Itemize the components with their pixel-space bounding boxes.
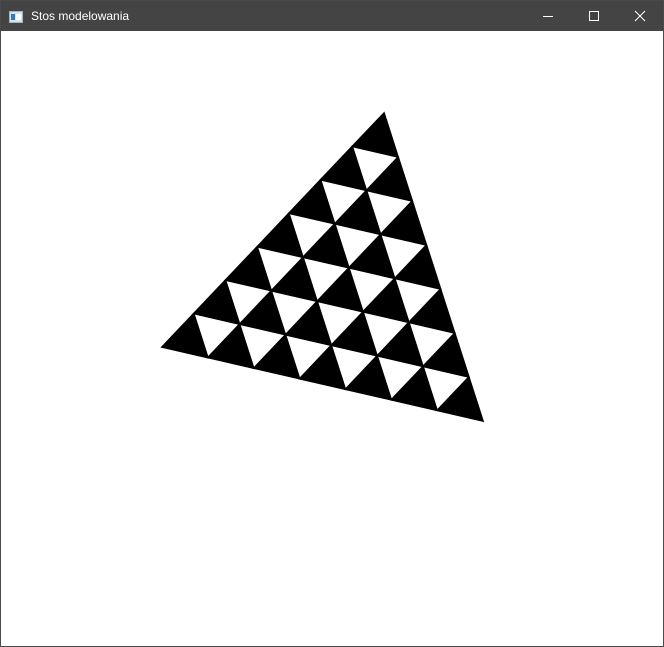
stacked-triangle bbox=[343, 354, 393, 401]
maximize-icon bbox=[589, 11, 599, 21]
stacked-triangle bbox=[319, 144, 368, 192]
stacked-triangle bbox=[379, 199, 428, 247]
stacked-triangle bbox=[347, 232, 396, 280]
stacked-triangle bbox=[364, 155, 414, 203]
stacked-triangle bbox=[192, 278, 241, 326]
stacked-triangle bbox=[435, 375, 485, 423]
stacked-triangle bbox=[333, 188, 382, 236]
window-title: Stos modelowania bbox=[31, 9, 130, 23]
stacked-triangle bbox=[223, 245, 273, 292]
stacked-triangle bbox=[287, 178, 336, 225]
stacked-triangle bbox=[375, 320, 425, 368]
stacked-triangle bbox=[283, 299, 333, 347]
stacked-triangle bbox=[301, 222, 351, 269]
minimize-button[interactable] bbox=[525, 1, 571, 31]
stacked-triangle bbox=[269, 255, 319, 303]
stacked-triangle bbox=[255, 211, 305, 259]
title-bar[interactable]: Stos modelowania bbox=[1, 1, 663, 31]
close-icon bbox=[634, 10, 646, 22]
stacked-triangle bbox=[206, 322, 255, 370]
stacked-triangle bbox=[298, 343, 347, 391]
opengl-canvas[interactable] bbox=[1, 31, 663, 646]
stacked-triangle bbox=[361, 276, 411, 324]
stacked-triangle bbox=[389, 364, 439, 412]
app-window: Stos modelowania bbox=[0, 0, 664, 647]
stacked-triangle bbox=[238, 289, 287, 336]
modeling-stack-scene bbox=[160, 111, 485, 423]
minimize-icon bbox=[543, 16, 553, 17]
application-window-icon[interactable] bbox=[9, 10, 23, 23]
stacked-triangle bbox=[252, 333, 301, 380]
stacked-triangle bbox=[160, 312, 210, 359]
stacked-triangle bbox=[393, 243, 442, 291]
stacked-triangle bbox=[421, 331, 471, 379]
stacked-triangle bbox=[350, 111, 400, 159]
close-button[interactable] bbox=[617, 1, 663, 31]
stacked-triangle bbox=[329, 310, 379, 357]
stacked-triangle bbox=[407, 287, 456, 335]
stacked-triangle bbox=[315, 266, 365, 313]
maximize-button[interactable] bbox=[571, 1, 617, 31]
